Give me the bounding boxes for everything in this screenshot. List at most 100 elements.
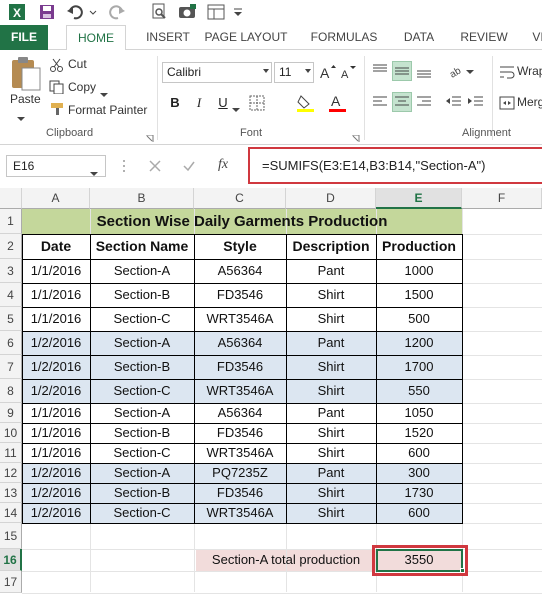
column-header-e[interactable]: E [376,188,462,209]
column-header-b[interactable]: B [90,188,194,209]
save-icon[interactable] [38,3,56,21]
table-cell[interactable]: Shirt [286,307,376,331]
row-header-9[interactable]: 9 [0,403,22,423]
cut-icon[interactable] [49,58,65,72]
table-cell[interactable]: Section-C [90,443,194,463]
customize-qat-icon[interactable] [232,3,250,21]
table-cell[interactable]: Section-B [90,355,194,379]
table-cell[interactable]: WRT3546A [194,503,286,523]
clipboard-launcher-icon[interactable] [146,130,154,142]
table-cell[interactable]: 1050 [376,403,462,423]
form-icon[interactable] [207,3,225,21]
row-header-2[interactable]: 2 [0,234,22,259]
table-cell[interactable]: Shirt [286,379,376,403]
table-cell[interactable]: 1/2/2016 [22,355,90,379]
table-cell[interactable]: 1/1/2016 [22,403,90,423]
table-cell[interactable]: 1/2/2016 [22,331,90,355]
table-cell[interactable]: 1500 [376,283,462,307]
copy-dropdown-icon[interactable] [100,85,108,97]
copy-button[interactable]: Copy [68,80,96,94]
tab-review[interactable]: REVIEW [458,25,510,50]
table-cell[interactable]: FD3546 [194,483,286,503]
column-header-a[interactable]: A [22,188,90,209]
font-size-box[interactable]: 11 [274,62,314,83]
table-cell[interactable]: A56364 [194,259,286,283]
row-header-1[interactable]: 1 [0,209,22,234]
font-color-icon[interactable]: A [328,93,348,113]
row-header-11[interactable]: 11 [0,443,22,463]
paste-icon[interactable] [8,56,42,94]
column-header-c[interactable]: C [194,188,286,209]
copy-icon[interactable] [49,80,65,95]
table-cell[interactable]: Section-A [90,331,194,355]
merge-center-icon[interactable] [499,95,515,111]
table-cell[interactable]: 600 [376,443,462,463]
tab-formulas[interactable]: FORMULAS [306,25,382,50]
row-header-4[interactable]: 4 [0,283,22,307]
align-top-icon[interactable] [370,61,390,81]
row-header-6[interactable]: 6 [0,331,22,355]
table-cell[interactable]: 1/1/2016 [22,443,90,463]
table-cell[interactable]: 1/1/2016 [22,307,90,331]
align-left-icon[interactable] [370,92,390,112]
table-cell[interactable]: Section-C [90,503,194,523]
paste-dropdown-icon[interactable] [16,110,26,121]
table-cell[interactable]: PQ7235Z [194,463,286,483]
select-all-corner[interactable] [0,188,22,209]
table-cell[interactable]: Shirt [286,423,376,443]
row-header-12[interactable]: 12 [0,463,22,483]
table-cell[interactable]: Section-A [90,463,194,483]
row-header-5[interactable]: 5 [0,307,22,331]
align-bottom-icon[interactable] [414,61,434,81]
decrease-indent-icon[interactable] [444,92,464,112]
table-cell[interactable]: 550 [376,379,462,403]
table-cell[interactable]: Section-A [90,259,194,283]
drag-handle-icon[interactable] [122,159,126,173]
table-cell[interactable]: 1/2/2016 [22,503,90,523]
row-header-3[interactable]: 3 [0,259,22,283]
tab-data[interactable]: DATA [398,25,440,50]
wrap-text-button[interactable]: Wrap [517,64,542,78]
row-header-17[interactable]: 17 [0,571,22,593]
row-header-15[interactable]: 15 [0,523,22,549]
table-cell[interactable]: FD3546 [194,355,286,379]
table-cell[interactable]: Shirt [286,283,376,307]
table-cell[interactable]: Shirt [286,443,376,463]
tab-view[interactable]: VI [528,25,542,50]
align-middle-icon[interactable] [392,61,412,81]
chevron-down-icon[interactable] [90,164,98,176]
table-cell[interactable]: 1000 [376,259,462,283]
fill-color-icon[interactable] [296,93,316,113]
cut-button[interactable]: Cut [68,57,87,71]
tab-file[interactable]: FILE [0,25,48,50]
borders-icon[interactable] [248,94,266,112]
wrap-text-icon[interactable] [499,64,515,80]
font-name-box[interactable]: Calibri [162,62,272,83]
table-cell[interactable]: 1730 [376,483,462,503]
align-right-icon[interactable] [414,92,434,112]
table-cell[interactable]: 1/1/2016 [22,259,90,283]
table-cell[interactable]: Pant [286,259,376,283]
tab-page-layout[interactable]: PAGE LAYOUT [204,25,288,50]
table-cell[interactable]: A56364 [194,331,286,355]
row-header-13[interactable]: 13 [0,483,22,503]
table-cell[interactable]: Pant [286,463,376,483]
table-cell[interactable]: 1200 [376,331,462,355]
underline-button[interactable]: U [214,94,232,112]
enter-icon[interactable] [182,159,196,173]
table-cell[interactable]: Pant [286,403,376,423]
column-header-f[interactable]: F [462,188,542,209]
table-cell[interactable]: Section-C [90,379,194,403]
table-cell[interactable]: Section-C [90,307,194,331]
undo-icon[interactable] [66,3,84,21]
table-cell[interactable]: 300 [376,463,462,483]
increase-font-icon[interactable]: A [320,64,336,81]
table-cell[interactable]: FD3546 [194,423,286,443]
table-cell[interactable]: Shirt [286,503,376,523]
table-cell[interactable]: Section-B [90,283,194,307]
table-cell[interactable]: Section-B [90,483,194,503]
paste-button[interactable]: Paste [10,92,41,106]
table-cell[interactable]: Section-A [90,403,194,423]
row-header-14[interactable]: 14 [0,503,22,523]
row-header-8[interactable]: 8 [0,379,22,403]
